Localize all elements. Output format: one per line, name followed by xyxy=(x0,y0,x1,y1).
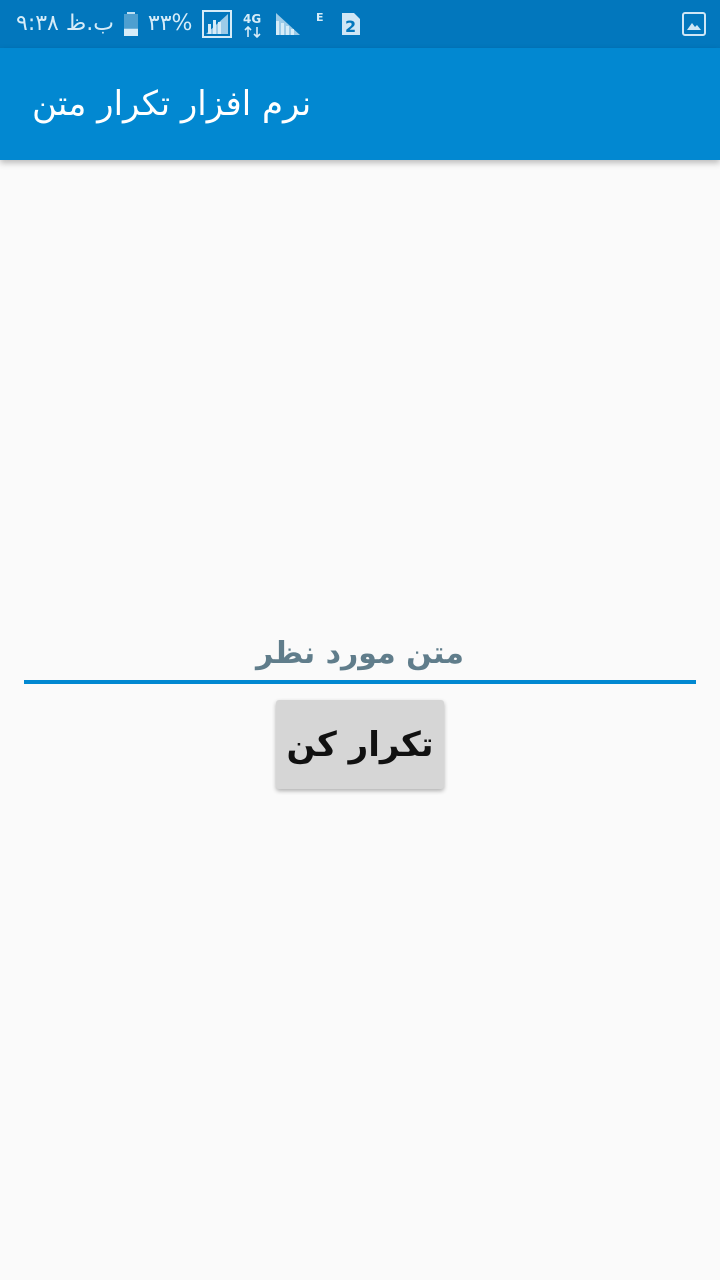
text-input-container xyxy=(24,626,696,684)
battery-icon xyxy=(123,12,138,36)
status-bar-left: ۹:۳۸ ب.ظ ۳۳% 4G E 2 xyxy=(16,0,362,48)
status-bar: ۹:۳۸ ب.ظ ۳۳% 4G E 2 xyxy=(0,0,720,48)
gallery-icon xyxy=(682,12,706,36)
sim-icon: 2 xyxy=(340,11,362,37)
app-bar: نرم افزار تکرار متن xyxy=(0,48,720,160)
text-input[interactable] xyxy=(24,626,696,680)
repeat-button[interactable]: تکرار کن xyxy=(276,700,444,789)
svg-text:E: E xyxy=(316,11,324,24)
signal-icon xyxy=(274,11,302,37)
app-title: نرم افزار تکرار متن xyxy=(32,84,312,124)
battery-percent: ۳۳% xyxy=(147,11,193,36)
status-bar-right xyxy=(682,12,706,40)
network-4g-icon: 4G xyxy=(242,10,264,38)
svg-text:2: 2 xyxy=(345,17,356,36)
svg-text:4G: 4G xyxy=(243,12,261,26)
status-time: ۹:۳۸ ب.ظ xyxy=(16,11,114,36)
signal-icon xyxy=(202,10,233,38)
network-e-icon: E xyxy=(312,10,330,38)
